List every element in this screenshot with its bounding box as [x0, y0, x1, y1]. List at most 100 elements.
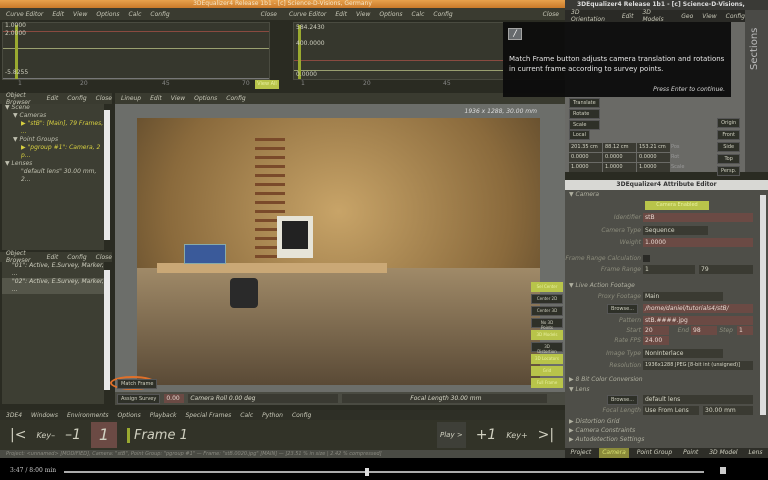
view-button[interactable]: Front [717, 130, 741, 140]
transform-field[interactable]: 0.0000 [569, 153, 602, 162]
scrollbar[interactable] [104, 110, 110, 240]
transform-field[interactable]: 201.35 cm [569, 143, 602, 152]
menu-item[interactable]: Edit [622, 13, 634, 20]
lineup-side-button[interactable]: 3D Models [531, 330, 563, 340]
step-field[interactable]: 1 [737, 326, 753, 335]
transform-field[interactable]: 0.0000 [603, 153, 636, 162]
menu-item[interactable]: View [73, 11, 87, 18]
lineup-side-button[interactable]: Sel Center [531, 282, 563, 292]
menu-item[interactable]: Special Frames [185, 412, 231, 419]
menu-item[interactable]: Lineup [121, 95, 141, 102]
menu-item[interactable]: Options [379, 11, 402, 18]
tab-lens[interactable]: Lens [746, 448, 766, 458]
menu-item[interactable]: Config [150, 11, 169, 18]
view-all-button[interactable]: View All [255, 80, 279, 89]
seek-bar[interactable] [64, 471, 704, 473]
assign-survey-button[interactable]: Assign Survey [117, 393, 161, 404]
scrollbar[interactable] [760, 195, 766, 415]
prev-frame-button[interactable]: –1 [65, 427, 81, 443]
camera-type-select[interactable]: Sequence [643, 226, 708, 235]
menu-item[interactable]: Curve Editor [289, 11, 326, 18]
close-button[interactable]: Close [543, 11, 559, 18]
menu-item[interactable]: Curve Editor [6, 11, 43, 18]
menu-item[interactable]: Config [726, 13, 745, 20]
selection-box[interactable] [184, 244, 226, 264]
menu-item[interactable]: Edit [47, 95, 59, 102]
menu-item[interactable]: Environments [67, 412, 109, 419]
menu-item[interactable]: View [171, 95, 185, 102]
prev-key-button[interactable]: Key– [36, 431, 55, 440]
lineup-side-button[interactable]: Center 2D [531, 294, 563, 304]
menu-item[interactable]: Config [67, 95, 86, 102]
play-button[interactable]: Play > [437, 422, 466, 448]
tree-item[interactable]: ▼ Point Groups [2, 136, 104, 144]
menu-item[interactable]: Calc [129, 11, 142, 18]
menu-item[interactable]: Windows [31, 412, 58, 419]
image-type-select[interactable]: NonInterlace [643, 349, 723, 358]
first-frame-button[interactable]: |< [10, 427, 26, 443]
next-key-button[interactable]: Key+ [506, 431, 527, 440]
mode-button[interactable]: Translate [569, 98, 600, 108]
tab-project[interactable]: Project [567, 448, 594, 458]
browse-footage-button[interactable]: Browse... [607, 304, 638, 314]
path-field[interactable]: /home/daniel/tutorials4/stB/ [643, 304, 753, 313]
menu-item[interactable]: Config [67, 254, 86, 261]
proxy-select[interactable]: Main [643, 292, 723, 301]
weight-field[interactable]: 1.0000 [643, 238, 753, 247]
section-camera-constraints[interactable]: ▶ Camera Constraints [569, 427, 635, 434]
identifier-field[interactable]: stB [643, 213, 753, 222]
mode-button[interactable]: Scale [569, 120, 600, 130]
mode-button[interactable]: Rotate [569, 109, 600, 119]
tab-point-group[interactable]: Point Group [634, 448, 675, 458]
tree-item[interactable]: ▶ "stB": [Main], 79 Frames, ... [2, 120, 104, 136]
frame-start-field[interactable]: 1 [643, 265, 695, 274]
tree-item[interactable]: ▼ Cameras [2, 112, 104, 120]
menu-item[interactable]: Calc [412, 11, 425, 18]
seek-handle[interactable] [364, 468, 369, 476]
end-field[interactable]: 98 [691, 326, 717, 335]
start-field[interactable]: 20 [643, 326, 669, 335]
menu-item[interactable]: View [356, 11, 370, 18]
lineup-side-button[interactable]: Full Frame [531, 378, 563, 388]
next-frame-button[interactable]: +1 [476, 427, 497, 443]
menu-item[interactable]: 3DE4 [6, 412, 22, 419]
view-button[interactable]: Persp. [717, 166, 741, 176]
lineup-side-button[interactable]: 3D Distortion [531, 342, 563, 354]
tree-item[interactable]: "default lens" 30.00 mm, 2... [2, 168, 104, 184]
last-frame-button[interactable]: >| [538, 427, 554, 443]
menu-item[interactable]: Close [96, 254, 112, 261]
focal-field[interactable]: 30.00 mm [703, 406, 753, 415]
frame-field[interactable]: 1 [91, 422, 117, 448]
browse-lens-button[interactable]: Browse... [607, 395, 638, 405]
transform-field[interactable]: 88.12 cm [603, 143, 636, 152]
menu-item[interactable]: Playback [150, 412, 177, 419]
focal-length-slider[interactable]: Focal Length 30.00 mm [342, 394, 548, 403]
menu-item[interactable]: Options [118, 412, 141, 419]
lineup-side-button[interactable]: No 3D Points [531, 318, 563, 330]
menu-item[interactable]: Geo [681, 13, 693, 20]
section-distortion-grid[interactable]: ▶ Distortion Grid [569, 418, 619, 425]
menu-item[interactable]: Options [96, 11, 119, 18]
pattern-field[interactable]: stB.####.jpg [643, 316, 753, 325]
menu-item[interactable]: Edit [150, 95, 162, 102]
lineup-side-button[interactable]: Grid [531, 366, 563, 376]
menu-item[interactable]: 3D Models [642, 9, 672, 23]
section-autodetection-settings[interactable]: ▶ Autodetection Settings [569, 436, 644, 443]
value-field[interactable]: 0.00 [164, 394, 185, 403]
frame-slider[interactable]: Frame 1 [127, 427, 427, 443]
menu-item[interactable]: Config [226, 95, 245, 102]
sections-tab[interactable]: Sections [745, 10, 768, 172]
lineup-side-button[interactable]: Center 3D [531, 306, 563, 316]
menu-item[interactable]: 3D Orientation [571, 9, 613, 23]
fps-field[interactable]: 24.00 [643, 336, 669, 345]
menu-item[interactable]: Options [194, 95, 217, 102]
frame-range-checkbox[interactable] [643, 255, 650, 262]
menu-item[interactable]: Close [96, 95, 112, 102]
lineup-side-button[interactable]: 3D Locators [531, 354, 563, 364]
camera-roll-slider[interactable]: Camera Roll 0.00 deg [188, 394, 339, 403]
list-item[interactable]: "01": Active, E.Survey, Marker, ... [2, 262, 104, 278]
menu-item[interactable]: Calc [240, 412, 253, 419]
menu-item[interactable]: Python [262, 412, 283, 419]
tree-item[interactable]: ▶ "pgroup #1": Camera, 2 p... [2, 144, 104, 160]
tab-camera[interactable]: Camera [599, 448, 629, 458]
